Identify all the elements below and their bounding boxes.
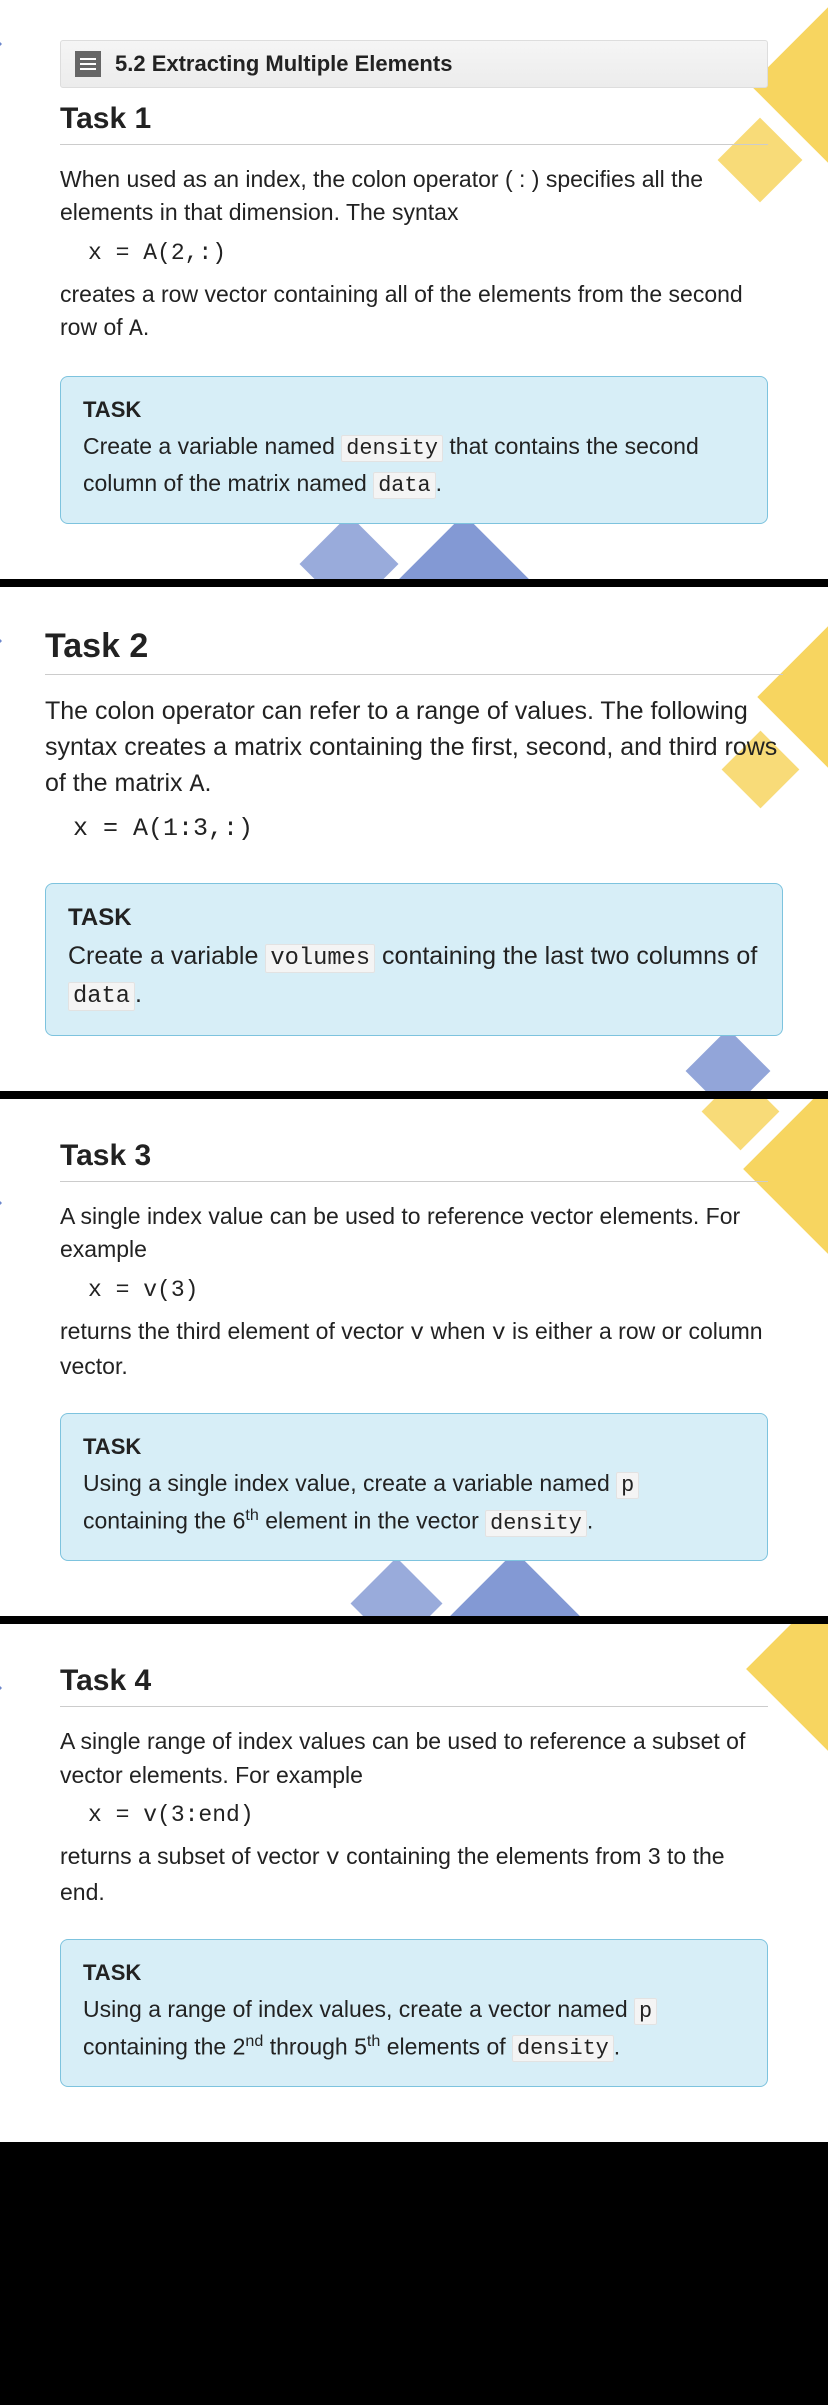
code-ref: density [485,1510,587,1537]
text: . [135,980,142,1008]
text: containing the 6 [83,1508,245,1534]
code-ref: data [373,472,435,499]
text: through 5 [263,2033,367,2059]
code-ref: A [129,316,143,342]
superscript: th [367,2032,380,2050]
task-description: Using a range of index values, create a … [83,1992,745,2066]
text: returns a subset of vector [60,1843,326,1869]
task-description: Create a variable volumes containing the… [68,938,760,1015]
text: . [614,2033,620,2059]
code-ref: p [616,1472,639,1499]
code-example: x = v(3) [88,1277,768,1303]
code-ref: v [410,1320,424,1346]
text: containing the 2 [83,2033,245,2059]
text: containing the last two columns of [375,942,757,970]
text: . [587,1508,593,1534]
text: element in the vector [259,1508,485,1534]
text: The colon operator can refer to a range … [45,697,777,798]
text: Create a variable [68,942,265,970]
code-example: x = v(3:end) [88,1802,768,1828]
code-ref: v [492,1320,506,1346]
text: elements of [380,2033,512,2059]
code-example: x = A(1:3,:) [73,814,783,843]
slide-task-4: Task 4 A single range of index values ca… [0,1624,828,2142]
task-label: TASK [83,397,745,423]
code-ref: density [512,2035,614,2062]
superscript: th [245,1506,258,1524]
section-title: 5.2 Extracting Multiple Elements [115,51,452,77]
text: . [205,769,212,797]
slide-task-3: Task 3 A single index value can be used … [0,1099,828,1617]
text: creates a row vector containing all of t… [60,281,743,340]
task-title: Task 1 [60,102,768,145]
section-header[interactable]: 5.2 Extracting Multiple Elements [60,40,768,88]
intro-text-2: returns a subset of vector v containing … [60,1840,768,1909]
task-title: Task 2 [45,627,783,675]
code-ref: A [190,770,205,799]
task-label: TASK [68,904,760,932]
task-description: Using a single index value, create a var… [83,1466,745,1540]
intro-text-2: returns the third element of vector v wh… [60,1315,768,1384]
task-label: TASK [83,1434,745,1460]
text: Using a range of index values, create a … [83,1996,634,2022]
text: when [424,1318,492,1344]
text: Create a variable named [83,433,341,459]
text: returns the third element of vector [60,1318,410,1344]
intro-text: When used as an index, the colon operato… [60,163,768,230]
text: . [143,314,149,340]
intro-text: A single range of index values can be us… [60,1725,768,1792]
text: . [436,470,442,496]
task-box: TASK Using a range of index values, crea… [60,1939,768,2087]
code-ref: data [68,982,135,1011]
slide-task-2: Task 2 The colon operator can refer to a… [0,587,828,1091]
superscript: nd [245,2032,263,2050]
task-box: TASK Using a single index value, create … [60,1413,768,1561]
task-box: TASK Create a variable named density tha… [60,376,768,524]
text: Using a single index value, create a var… [83,1470,616,1496]
task-title: Task 3 [60,1139,768,1182]
code-ref: volumes [265,944,375,973]
code-ref: p [634,1998,657,2025]
intro-text: The colon operator can refer to a range … [45,693,783,804]
intro-text: A single index value can be used to refe… [60,1200,768,1267]
code-ref: density [341,435,443,462]
hamburger-icon[interactable] [75,51,101,77]
slide-task-1: 5.2 Extracting Multiple Elements Task 1 … [0,0,828,579]
task-label: TASK [83,1960,745,1986]
code-example: x = A(2,:) [88,240,768,266]
task-title: Task 4 [60,1664,768,1707]
code-ref: v [326,1845,340,1871]
task-box: TASK Create a variable volumes containin… [45,883,783,1036]
task-description: Create a variable named density that con… [83,429,745,503]
intro-text-2: creates a row vector containing all of t… [60,278,768,347]
